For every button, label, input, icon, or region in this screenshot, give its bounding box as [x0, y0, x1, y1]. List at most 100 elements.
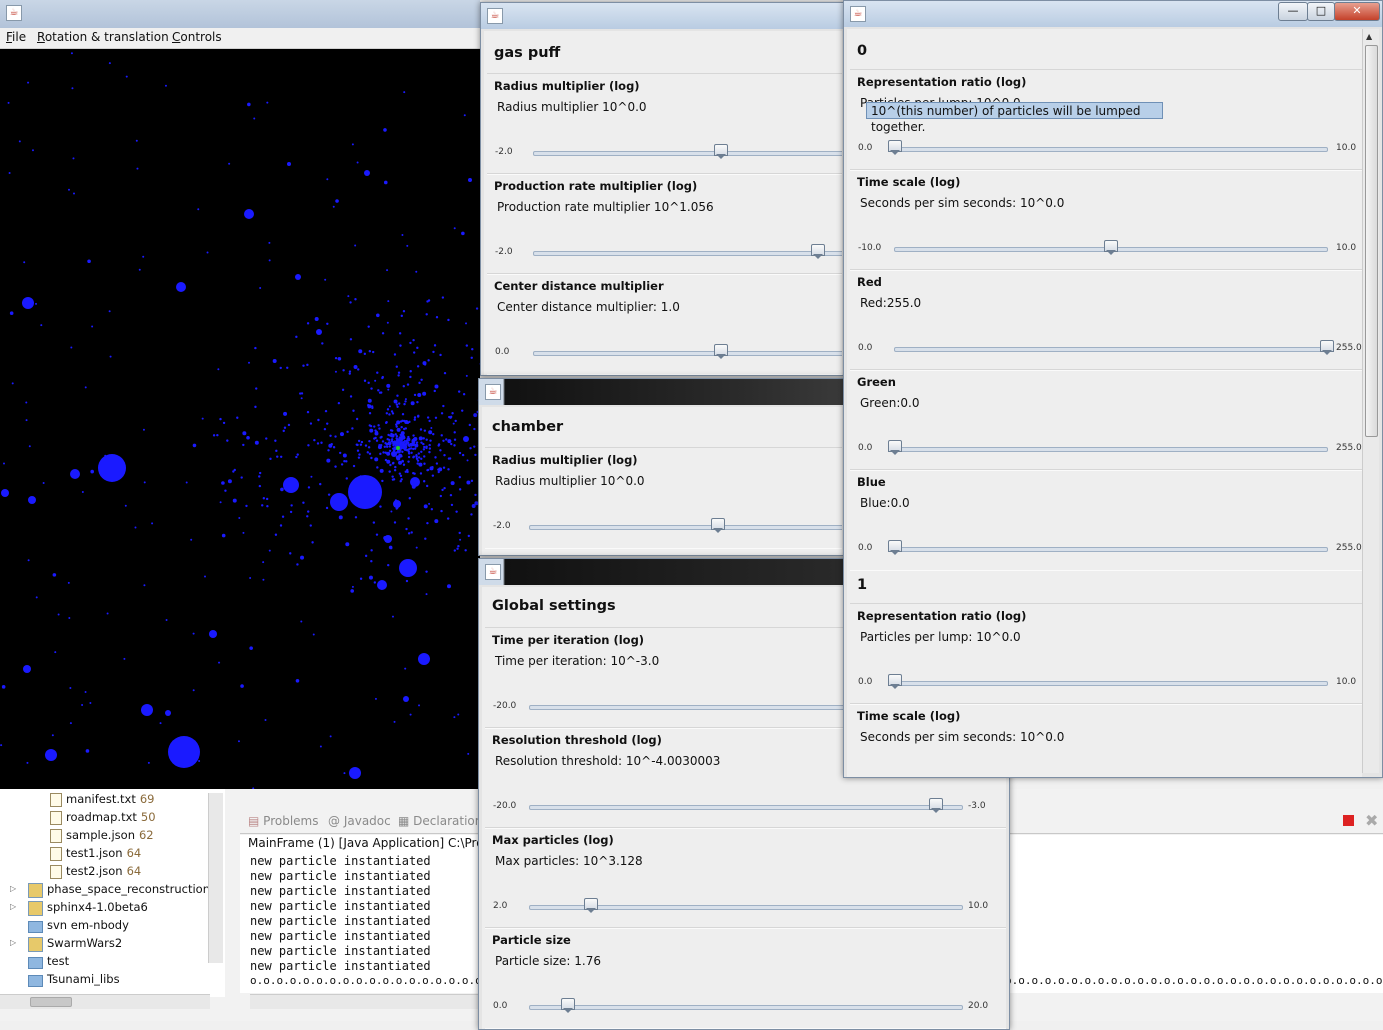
- slider-track[interactable]: [529, 805, 963, 810]
- main-menubar: File Rotation & translation Controls: [0, 28, 480, 49]
- species-titlebar[interactable]: ☕ — □ ✕: [844, 1, 1382, 27]
- slider-thumb[interactable]: [811, 244, 825, 256]
- tree-scroll-thumb[interactable]: [30, 997, 72, 1007]
- particle: [414, 394, 416, 396]
- tree-item[interactable]: manifest.txt69: [0, 791, 225, 809]
- tree-item-label: phase_space_reconstruction: [47, 882, 210, 896]
- remove-launch-icon[interactable]: ✖: [1365, 811, 1378, 830]
- particle: [467, 459, 469, 461]
- particle: [317, 442, 319, 444]
- tab-javadoc[interactable]: @ Javadoc: [328, 814, 391, 828]
- particle: [391, 438, 393, 440]
- slider-track[interactable]: [529, 1005, 963, 1010]
- slider-thumb[interactable]: [888, 540, 902, 552]
- species-scroll-thumb[interactable]: [1365, 45, 1378, 437]
- menu-controls[interactable]: Controls: [172, 30, 222, 44]
- console-horizontal-scrollbar[interactable]: [250, 994, 478, 1009]
- parameter-panel: Center distance multiplierCenter distanc…: [487, 273, 842, 375]
- particle: [346, 477, 348, 479]
- particle: [423, 455, 425, 457]
- slider-track[interactable]: [894, 547, 1328, 552]
- slider-thumb[interactable]: [888, 674, 902, 686]
- java-app-icon: ☕: [850, 6, 866, 22]
- particle: [396, 446, 400, 450]
- tree-item[interactable]: roadmap.txt50: [0, 809, 225, 827]
- particle: [432, 433, 434, 435]
- expand-triangle-icon[interactable]: ▷: [10, 938, 16, 947]
- expand-triangle-icon[interactable]: ▷: [10, 884, 16, 893]
- slider-track[interactable]: [894, 681, 1328, 686]
- menu-rotation-translation[interactable]: Rotation & translation: [37, 30, 169, 44]
- package-explorer-tree[interactable]: manifest.txt69roadmap.txt50sample.json62…: [0, 789, 225, 997]
- slider-thumb[interactable]: [1320, 340, 1334, 352]
- tree-item[interactable]: ▷ phase_space_reconstruction: [0, 881, 225, 899]
- slider-track[interactable]: [529, 525, 842, 530]
- particle: [331, 443, 333, 445]
- tree-item[interactable]: test2.json64: [0, 863, 225, 881]
- main-window-titlebar[interactable]: ☕: [0, 0, 480, 28]
- particle: [242, 444, 244, 446]
- menu-file[interactable]: File: [6, 30, 26, 44]
- tree-item[interactable]: ▷SwarmWars2: [0, 935, 225, 953]
- tree-item[interactable]: svn em-nbody: [0, 917, 225, 935]
- slider-track[interactable]: [894, 147, 1328, 152]
- maximize-button[interactable]: □: [1307, 2, 1335, 21]
- tree-item[interactable]: test1.json64: [0, 845, 225, 863]
- particle: [422, 361, 426, 365]
- slider-track[interactable]: [894, 447, 1328, 452]
- gas-puff-titlebar[interactable]: ☕: [481, 3, 845, 29]
- particle: [453, 423, 455, 425]
- particle: [463, 436, 469, 442]
- particle: [269, 259, 271, 261]
- slider-track[interactable]: [894, 347, 1328, 352]
- tree-vertical-scrollbar[interactable]: [208, 793, 223, 963]
- particle: [165, 710, 171, 716]
- particle: [350, 395, 352, 397]
- slider-thumb[interactable]: [714, 144, 728, 156]
- species-vertical-scrollbar[interactable]: ▲: [1362, 29, 1379, 773]
- simulation-canvas[interactable]: [0, 49, 480, 789]
- slider-min-label: 0.0: [858, 343, 872, 353]
- particle: [410, 447, 412, 449]
- tree-item[interactable]: sample.json62: [0, 827, 225, 845]
- terminate-icon[interactable]: [1343, 815, 1354, 826]
- particle: [207, 252, 209, 254]
- chamber-titlebar[interactable]: ☕: [479, 379, 845, 405]
- particle: [136, 140, 138, 142]
- slider-thumb[interactable]: [714, 344, 728, 356]
- particle: [466, 375, 468, 377]
- tab-problems[interactable]: ▤ Problems: [248, 814, 318, 828]
- slider-thumb[interactable]: [561, 998, 575, 1010]
- tree-item[interactable]: test: [0, 953, 225, 971]
- particle: [367, 451, 369, 453]
- particle: [401, 451, 403, 453]
- particle: [377, 580, 387, 590]
- particle: [405, 528, 407, 530]
- slider-track[interactable]: [533, 351, 842, 356]
- minimize-button[interactable]: —: [1278, 2, 1308, 21]
- particle: [401, 315, 403, 317]
- particle: [315, 317, 319, 321]
- tab-declaration[interactable]: ▦ Declaration: [398, 814, 482, 828]
- slider-track[interactable]: [533, 251, 842, 256]
- slider-thumb[interactable]: [1104, 240, 1118, 252]
- tree-item[interactable]: Tsunami_libs: [0, 971, 225, 989]
- scroll-up-icon[interactable]: ▲: [1366, 32, 1372, 41]
- close-button[interactable]: ✕: [1334, 2, 1380, 21]
- slider-thumb[interactable]: [929, 798, 943, 810]
- slider-thumb[interactable]: [711, 518, 725, 530]
- particle: [431, 466, 433, 468]
- slider-thumb[interactable]: [888, 140, 902, 152]
- expand-triangle-icon[interactable]: ▷: [10, 902, 16, 911]
- slider-thumb[interactable]: [888, 440, 902, 452]
- particle: [374, 429, 376, 431]
- slider-track[interactable]: [533, 151, 842, 156]
- particle: [165, 85, 167, 87]
- particle: [399, 332, 401, 334]
- particle: [352, 143, 354, 145]
- parameter-value: Production rate multiplier 10^1.056: [497, 200, 714, 214]
- tree-item[interactable]: ▷sphinx4-1.0beta6: [0, 899, 225, 917]
- particle: [418, 704, 420, 706]
- particle: [439, 354, 441, 356]
- slider-thumb[interactable]: [584, 898, 598, 910]
